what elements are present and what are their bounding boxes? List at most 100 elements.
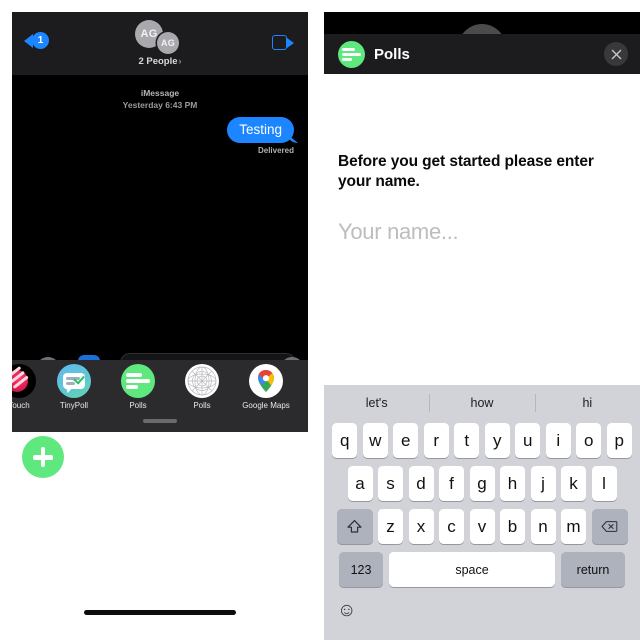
- sheet-title-bar: Polls: [324, 34, 640, 74]
- app-label: Touch: [12, 401, 30, 410]
- app-drawer-row: Touch TinyPoll: [12, 364, 308, 416]
- key-c[interactable]: c: [439, 509, 464, 544]
- keyboard-row-3: z x c v b n m: [324, 509, 640, 544]
- app-label: Google Maps: [242, 401, 290, 410]
- left-panel-messages: 1 AG AG 2 People› iMessage Yesterday 6:4…: [0, 0, 320, 640]
- messages-navigation-bar: 1 AG AG 2 People›: [12, 12, 308, 75]
- key-l[interactable]: l: [591, 466, 617, 501]
- key-w[interactable]: w: [362, 423, 388, 458]
- app-label: Polls: [193, 401, 211, 410]
- participants-label: 2 People: [138, 56, 178, 67]
- app-item-polls-globe[interactable]: Polls: [170, 364, 234, 410]
- right-panel-polls-app: Polls Before you get started please ente…: [320, 0, 640, 640]
- keyboard-row-2: a s d f g h j k l: [324, 466, 640, 501]
- group-avatars[interactable]: AG AG: [12, 18, 308, 54]
- name-input[interactable]: Your name...: [338, 219, 620, 245]
- message-timestamp: iMessage Yesterday 6:43 PM: [12, 87, 308, 111]
- sheet-title: Polls: [374, 45, 410, 63]
- key-z[interactable]: z: [378, 509, 403, 544]
- key-v[interactable]: v: [469, 509, 495, 544]
- key-x[interactable]: x: [408, 509, 434, 544]
- app-label: Polls: [129, 401, 147, 410]
- app-item-digital-touch[interactable]: Touch: [12, 364, 42, 410]
- avatar-stack: AG AG: [129, 18, 191, 54]
- key-o[interactable]: o: [576, 423, 602, 458]
- suggestion-item[interactable]: hi: [535, 396, 640, 410]
- keyboard-row-1: q w e r t y u i o p: [324, 423, 640, 458]
- imessage-app-drawer: Touch TinyPoll: [12, 360, 308, 432]
- shift-arrow-icon[interactable]: [336, 509, 373, 544]
- polls-sheet-header: Polls: [324, 12, 640, 74]
- home-indicator: [84, 610, 236, 615]
- backspace-icon[interactable]: [591, 509, 628, 544]
- backspace-glyph: [601, 521, 618, 532]
- key-e[interactable]: e: [393, 423, 419, 458]
- key-u[interactable]: u: [515, 423, 541, 458]
- smiley-face-icon[interactable]: ☺: [337, 600, 359, 622]
- video-lens: [287, 37, 294, 48]
- add-button[interactable]: [22, 436, 64, 478]
- participants-row[interactable]: 2 People›: [12, 56, 308, 67]
- messages-app-screen: 1 AG AG 2 People› iMessage Yesterday 6:4…: [12, 12, 308, 432]
- key-d[interactable]: d: [408, 466, 434, 501]
- drawer-handle[interactable]: [143, 419, 177, 423]
- key-r[interactable]: r: [423, 423, 449, 458]
- polls-bar-2: [342, 52, 361, 56]
- close-x-icon[interactable]: [604, 42, 628, 66]
- key-q[interactable]: q: [332, 423, 358, 458]
- tinypoll-line-2: [66, 382, 75, 385]
- tinypoll-icon: [57, 364, 91, 398]
- digital-touch-icon: [12, 364, 36, 398]
- polls-bar-2: [126, 379, 150, 383]
- suggestion-divider: [429, 394, 431, 412]
- suggestion-divider: [534, 394, 536, 412]
- key-i[interactable]: i: [545, 423, 571, 458]
- return-key[interactable]: return: [561, 552, 625, 587]
- service-label: iMessage: [140, 88, 180, 98]
- avatar-secondary: AG: [157, 32, 179, 54]
- space-key[interactable]: space: [389, 552, 555, 587]
- polls-bar-1: [342, 47, 355, 51]
- key-g[interactable]: g: [469, 466, 495, 501]
- chevron-right-icon: ›: [178, 56, 182, 66]
- key-y[interactable]: y: [484, 423, 510, 458]
- polls-bar-3: [126, 385, 138, 389]
- suggestion-item[interactable]: let's: [324, 396, 429, 410]
- message-transcript: iMessage Yesterday 6:43 PM Testing Deliv…: [12, 75, 308, 360]
- delivery-status: Delivered: [257, 146, 294, 155]
- screenshot-stage: 1 AG AG 2 People› iMessage Yesterday 6:4…: [0, 0, 640, 640]
- polls-green-icon: [121, 364, 155, 398]
- key-f[interactable]: f: [439, 466, 464, 501]
- video-camera-icon[interactable]: [272, 35, 294, 50]
- polls-globe-icon: [185, 364, 219, 398]
- app-item-tinypoll[interactable]: TinyPoll: [42, 364, 106, 410]
- video-body: [272, 35, 287, 50]
- key-s[interactable]: s: [378, 466, 403, 501]
- google-maps-icon: [249, 364, 283, 398]
- app-label: TinyPoll: [59, 401, 89, 410]
- message-bubble[interactable]: Testing: [227, 117, 294, 143]
- key-t[interactable]: t: [454, 423, 480, 458]
- key-m[interactable]: m: [561, 509, 586, 544]
- app-item-polls-green[interactable]: Polls: [106, 364, 170, 410]
- key-p[interactable]: p: [606, 423, 632, 458]
- app-item-google-maps[interactable]: Google Maps: [234, 364, 298, 410]
- key-h[interactable]: h: [500, 466, 525, 501]
- key-b[interactable]: b: [500, 509, 525, 544]
- prompt-heading: Before you get started please enter your…: [338, 153, 594, 190]
- maps-pin: [258, 369, 274, 392]
- polls-green-icon: [338, 40, 365, 68]
- shift-glyph: [347, 520, 362, 533]
- key-k[interactable]: k: [561, 466, 586, 501]
- key-a[interactable]: a: [347, 466, 373, 501]
- globe-grid: [187, 366, 217, 396]
- sheet-grabber-zone[interactable]: [324, 12, 640, 50]
- keyboard-bottom-row: ☺: [324, 593, 640, 629]
- ios-keyboard: let's how hi q w e r t y u i o p a s d f…: [324, 385, 640, 640]
- key-n[interactable]: n: [530, 509, 556, 544]
- suggestion-item[interactable]: how: [429, 396, 534, 410]
- key-j[interactable]: j: [530, 466, 556, 501]
- outgoing-message: Testing Delivered: [227, 117, 294, 155]
- polls-bar-3: [342, 57, 352, 61]
- numbers-key[interactable]: 123: [339, 552, 383, 587]
